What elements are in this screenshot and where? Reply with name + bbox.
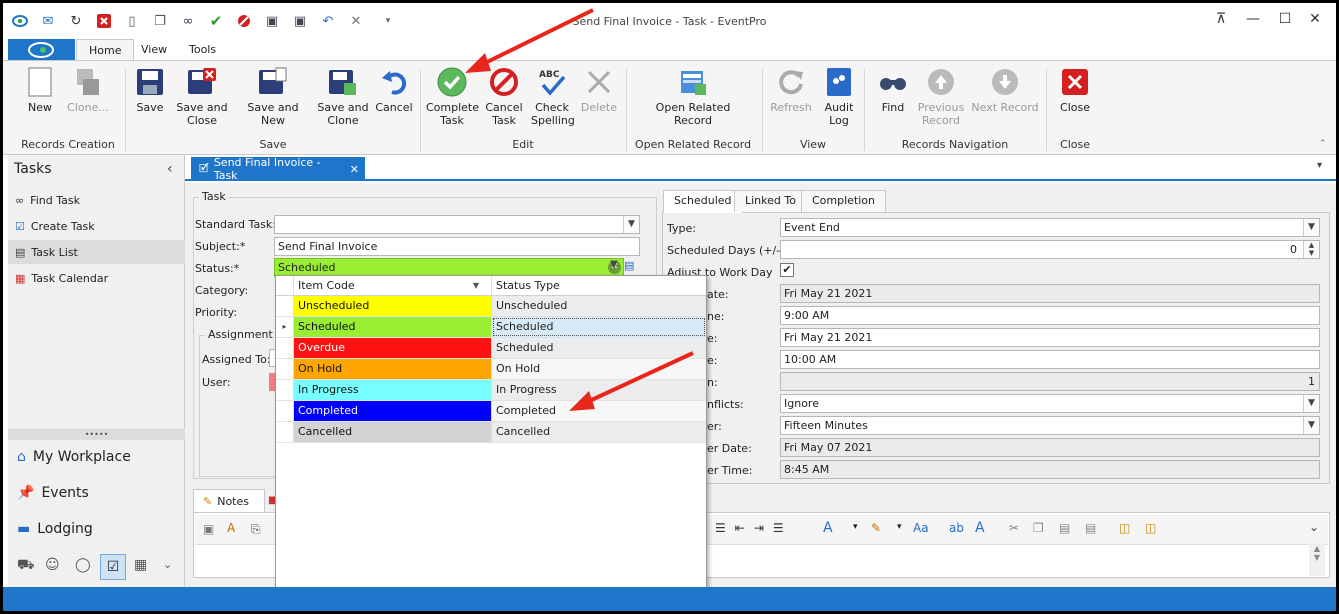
arrow-to-completed-row bbox=[569, 351, 694, 411]
annotation-arrows bbox=[465, 8, 694, 411]
arrow-to-complete-task bbox=[465, 8, 594, 73]
app-window: Send Final Invoice - Task - EventPro ✉ ↻… bbox=[3, 3, 1336, 611]
